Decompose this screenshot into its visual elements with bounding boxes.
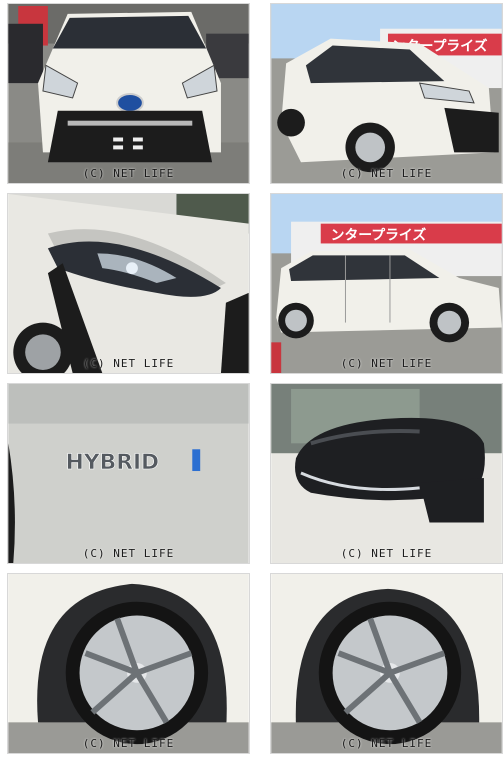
photo-side-view: ンタープライズ (C) NET LIFE (270, 193, 503, 374)
rear-wheel-image (271, 574, 502, 753)
photo-headlight-closeup: (C) NET LIFE (7, 193, 250, 374)
photo-grid: (C) NET LIFE ンタープライズ (C) NET LIFE (C) NE… (0, 0, 503, 757)
watermark: (C) NET LIFE (82, 167, 175, 180)
watermark: (C) NET LIFE (340, 167, 433, 180)
store-sign-text: ンタープライズ (331, 226, 427, 243)
watermark: (C) NET LIFE (340, 737, 433, 750)
front-view-image (8, 4, 249, 183)
photo-front-view: (C) NET LIFE (7, 3, 250, 184)
photo-side-mirror: (C) NET LIFE (270, 383, 503, 564)
hybrid-badge-blue-accent (192, 449, 201, 472)
side-view-image: ンタープライズ (271, 194, 502, 373)
watermark: (C) NET LIFE (340, 357, 433, 370)
watermark: (C) NET LIFE (82, 357, 175, 370)
photo-hybrid-badge: HYBRID (C) NET LIFE (7, 383, 250, 564)
watermark: (C) NET LIFE (340, 547, 433, 560)
headlight-image (8, 194, 249, 373)
photo-rear-wheel: (C) NET LIFE (270, 573, 503, 754)
watermark: (C) NET LIFE (82, 547, 175, 560)
watermark: (C) NET LIFE (82, 737, 175, 750)
front-wheel-image (8, 574, 249, 753)
hybrid-badge-image: HYBRID (8, 384, 249, 563)
photo-front-wheel: (C) NET LIFE (7, 573, 250, 754)
front-quarter-image: ンタープライズ (271, 4, 502, 183)
side-mirror-image (271, 384, 502, 563)
photo-front-quarter-view: ンタープライズ (C) NET LIFE (270, 3, 503, 184)
hybrid-badge-text: HYBRID (66, 450, 159, 475)
